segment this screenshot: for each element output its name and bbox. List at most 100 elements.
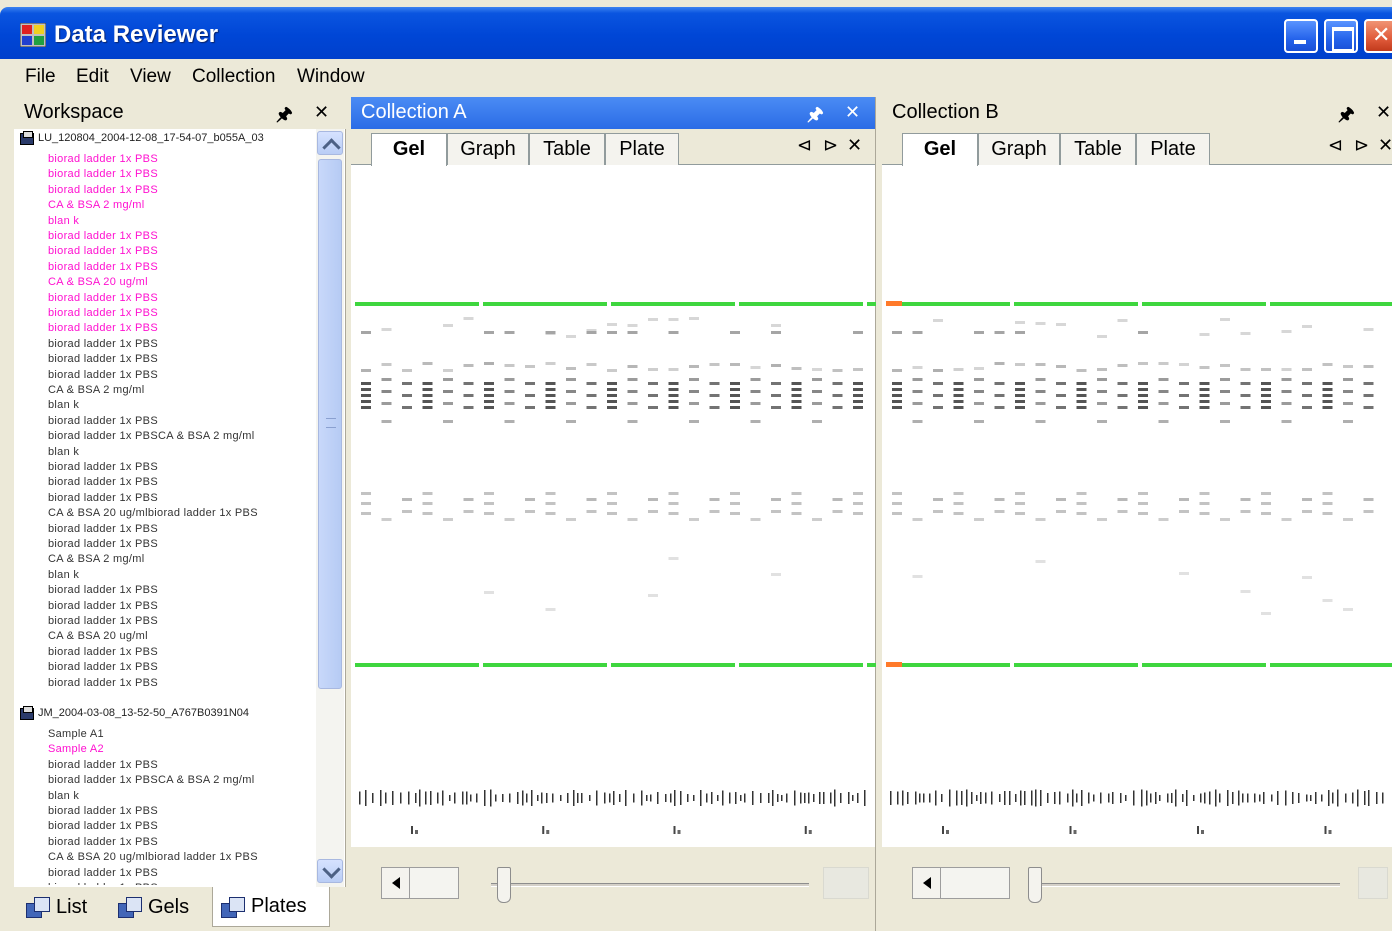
tree-item[interactable]: biorad ladder 1x PBS xyxy=(48,523,158,535)
tree-item[interactable]: biorad ladder 1x PBS xyxy=(48,836,158,848)
horizontal-scrollbar[interactable] xyxy=(381,867,459,899)
scroll-left-button[interactable] xyxy=(382,868,410,898)
menu-file[interactable]: File xyxy=(25,66,56,88)
menu-window[interactable]: Window xyxy=(297,66,365,88)
menu-collection[interactable]: Collection xyxy=(192,66,275,88)
tree-item[interactable]: biorad ladder 1x PBSCA & BSA 2 mg/ml xyxy=(48,774,254,786)
tree-item[interactable]: biorad ladder 1x PBS xyxy=(48,461,158,473)
chevron-right-icon[interactable]: ⊳ xyxy=(823,135,838,156)
tree-item[interactable]: biorad ladder 1x PBS xyxy=(48,353,158,365)
tab-gel[interactable]: Gel xyxy=(371,133,447,166)
tree-item[interactable]: CA & BSA 2 mg/ml xyxy=(48,553,145,565)
tree-item[interactable]: CA & BSA 2 mg/ml xyxy=(48,384,145,396)
tree-item[interactable]: biorad ladder 1x PBS xyxy=(48,230,158,242)
minimize-button[interactable] xyxy=(1284,19,1318,53)
gel-image-b[interactable] xyxy=(882,166,1392,834)
workspace-scrollbar[interactable] xyxy=(316,129,344,887)
chevron-right-icon[interactable]: ⊳ xyxy=(1354,135,1369,156)
tree-item[interactable]: biorad ladder 1x PBS xyxy=(48,476,158,488)
pin-icon[interactable]: 🖈 xyxy=(1338,102,1355,132)
tree-item[interactable]: biorad ladder 1x PBS xyxy=(48,600,158,612)
title-bar[interactable]: Data Reviewer xyxy=(0,7,1392,59)
tree-item[interactable]: biorad ladder 1x PBS xyxy=(48,805,158,817)
tab-table[interactable]: Table xyxy=(1060,133,1136,165)
scroll-thumb[interactable] xyxy=(318,159,342,689)
gel-band xyxy=(853,394,863,397)
zoom-field[interactable] xyxy=(1358,867,1388,899)
close-button[interactable] xyxy=(1364,19,1392,53)
tree-item[interactable]: biorad ladder 1x PBS xyxy=(48,867,158,879)
pin-icon[interactable]: 🖈 xyxy=(276,102,293,132)
tree-item[interactable]: biorad ladder 1x PBS xyxy=(48,759,158,771)
zoom-slider-thumb[interactable] xyxy=(497,867,511,903)
pin-icon[interactable]: 🖈 xyxy=(807,102,824,132)
zoom-slider-track[interactable] xyxy=(491,883,809,887)
close-icon[interactable]: ✕ xyxy=(845,102,860,123)
zoom-field[interactable] xyxy=(823,867,869,899)
scroll-up-button[interactable] xyxy=(317,131,343,155)
tab-graph[interactable]: Graph xyxy=(978,133,1060,165)
menu-view[interactable]: View xyxy=(130,66,171,88)
close-icon[interactable]: ✕ xyxy=(1376,102,1391,123)
gel-image-a[interactable] xyxy=(351,166,876,834)
tab-table[interactable]: Table xyxy=(529,133,605,165)
close-icon[interactable]: ✕ xyxy=(314,102,329,123)
horizontal-scrollbar[interactable] xyxy=(912,867,1010,899)
tree-item[interactable]: blan k xyxy=(48,790,79,802)
gel-band xyxy=(1035,390,1046,393)
ladder-tick xyxy=(1277,791,1279,805)
close-icon[interactable]: ✕ xyxy=(847,135,862,156)
tab-plate[interactable]: Plate xyxy=(1136,133,1210,165)
tree-item[interactable]: biorad ladder 1x PBS xyxy=(48,168,158,180)
tree-item[interactable]: biorad ladder 1x PBS xyxy=(48,615,158,627)
tree-item[interactable]: biorad ladder 1x PBS xyxy=(48,184,158,196)
tree-item[interactable]: biorad ladder 1x PBS xyxy=(48,369,158,381)
gel-band xyxy=(1199,382,1210,385)
tree-item[interactable]: CA & BSA 20 ug/mlbiorad ladder 1x PBS xyxy=(48,851,258,863)
tab-graph[interactable]: Graph xyxy=(447,133,529,165)
tree-item[interactable]: Sample A1 xyxy=(48,728,104,740)
tree-item[interactable]: biorad ladder 1x PBS xyxy=(48,338,158,350)
tree-item[interactable]: biorad ladder 1x PBS xyxy=(48,538,158,550)
tree-item[interactable]: biorad ladder 1x PBS xyxy=(48,492,158,504)
tree-item[interactable]: biorad ladder 1x PBS xyxy=(48,415,158,427)
tab-gels[interactable]: Gels xyxy=(110,887,210,927)
tree-item[interactable]: CA & BSA 2 mg/ml xyxy=(48,199,145,211)
tree-item[interactable]: blan k xyxy=(48,446,79,458)
tree-item[interactable]: biorad ladder 1x PBS xyxy=(48,677,158,689)
tree-item[interactable]: CA & BSA 20 ug/ml xyxy=(48,276,148,288)
tree-item[interactable]: CA & BSA 20 ug/ml xyxy=(48,630,148,642)
tree-root[interactable]: JM_2004-03-08_13-52-50_A767B0391N04 xyxy=(20,706,249,720)
tab-gel[interactable]: Gel xyxy=(902,133,978,166)
maximize-button[interactable] xyxy=(1324,19,1358,53)
tree-item[interactable]: biorad ladder 1x PBSCA & BSA 2 mg/ml xyxy=(48,430,254,442)
tree-item[interactable]: blan k xyxy=(48,569,79,581)
tree-item[interactable]: Sample A2 xyxy=(48,743,104,755)
chevron-left-icon[interactable]: ⊲ xyxy=(1328,135,1343,156)
tree-item[interactable]: biorad ladder 1x PBS xyxy=(48,646,158,658)
tree-item[interactable]: biorad ladder 1x PBS xyxy=(48,261,158,273)
tree-item[interactable]: biorad ladder 1x PBS xyxy=(48,584,158,596)
menu-edit[interactable]: Edit xyxy=(76,66,109,88)
zoom-slider-track[interactable] xyxy=(1028,883,1340,887)
tree-item[interactable]: biorad ladder 1x PBS xyxy=(48,322,158,334)
tree-item[interactable]: biorad ladder 1x PBS xyxy=(48,245,158,257)
chevron-left-icon[interactable]: ⊲ xyxy=(797,135,812,156)
tab-list[interactable]: List xyxy=(18,887,108,927)
zoom-slider-thumb[interactable] xyxy=(1028,867,1042,903)
close-icon[interactable]: ✕ xyxy=(1378,135,1392,156)
tab-plates[interactable]: Plates xyxy=(212,887,330,927)
scroll-left-button[interactable] xyxy=(913,868,941,898)
tab-plate[interactable]: Plate xyxy=(605,133,679,165)
tree-item[interactable]: biorad ladder 1x PBS xyxy=(48,307,158,319)
tree-item[interactable]: biorad ladder 1x PBS xyxy=(48,820,158,832)
scroll-down-button[interactable] xyxy=(317,859,343,883)
tree-item[interactable]: biorad ladder 1x PBS xyxy=(48,292,158,304)
tree-root[interactable]: LU_120804_2004-12-08_17-54-07_b055A_03 xyxy=(20,131,264,145)
tree-item[interactable]: biorad ladder 1x PBS xyxy=(48,882,158,885)
tree-item[interactable]: biorad ladder 1x PBS xyxy=(48,153,158,165)
tree-item[interactable]: blan k xyxy=(48,399,79,411)
tree-item[interactable]: CA & BSA 20 ug/mlbiorad ladder 1x PBS xyxy=(48,507,258,519)
tree-item[interactable]: biorad ladder 1x PBS xyxy=(48,661,158,673)
tree-item[interactable]: blan k xyxy=(48,215,79,227)
